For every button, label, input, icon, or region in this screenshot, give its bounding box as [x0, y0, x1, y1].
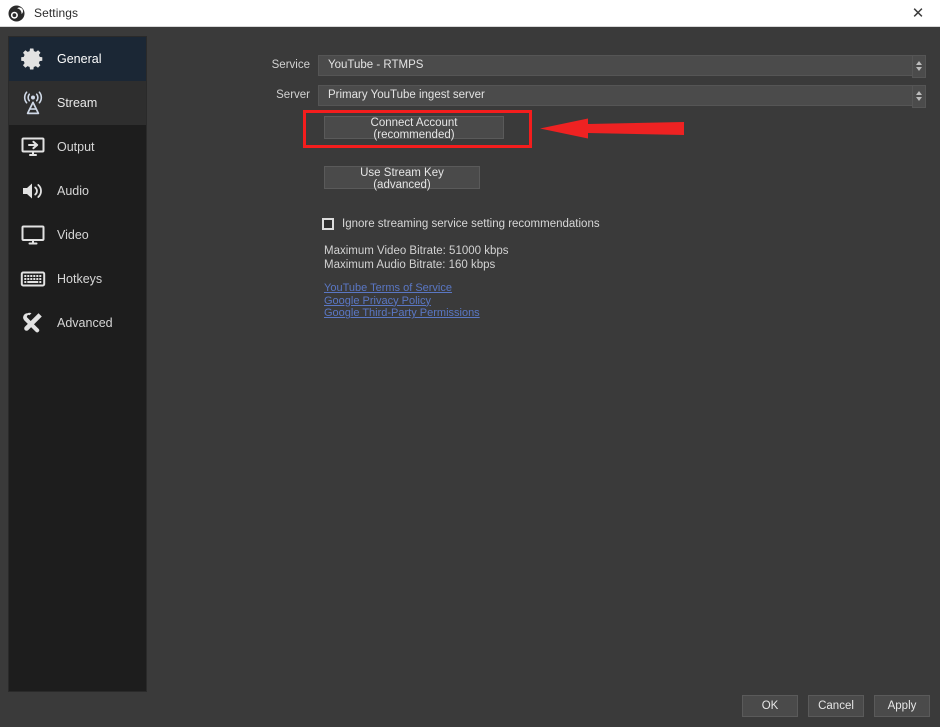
service-label: Service: [271, 59, 310, 71]
dialog-footer: OK Cancel Apply: [742, 695, 930, 717]
broadcast-icon: [19, 89, 47, 117]
max-video-bitrate: Maximum Video Bitrate: 51000 kbps: [324, 245, 509, 257]
link-youtube-terms[interactable]: YouTube Terms of Service: [324, 282, 480, 295]
service-value: YouTube - RTMPS: [328, 59, 424, 71]
connect-account-button[interactable]: Connect Account (recommended): [324, 116, 504, 141]
use-stream-key-button[interactable]: Use Stream Key (advanced): [324, 166, 480, 191]
speaker-icon: [19, 177, 47, 205]
keyboard-icon: [19, 265, 47, 293]
sidebar-item-label: General: [57, 52, 102, 66]
sidebar-item-label: Audio: [57, 184, 89, 198]
ignore-recommendations-checkbox[interactable]: [322, 218, 334, 230]
bitrate-info: Maximum Video Bitrate: 51000 kbps Maximu…: [324, 244, 509, 272]
ok-button[interactable]: OK: [742, 695, 798, 717]
sidebar-item-label: Hotkeys: [57, 272, 103, 286]
settings-sidebar: General Stream Output Audio Video Hotkey…: [8, 36, 147, 692]
title-bar: Settings ✕: [0, 0, 940, 27]
service-dropdown[interactable]: YouTube - RTMPS: [318, 54, 926, 78]
sidebar-item-audio[interactable]: Audio: [9, 169, 146, 213]
chevron-down-icon: [916, 97, 922, 101]
apply-button[interactable]: Apply: [874, 695, 930, 717]
sidebar-item-output[interactable]: Output: [9, 125, 146, 169]
window-title: Settings: [34, 6, 79, 20]
stream-settings-panel: Service YouTube - RTMPS Server Primary Y…: [156, 36, 932, 686]
cancel-button[interactable]: Cancel: [808, 695, 864, 717]
tools-icon: [19, 309, 47, 337]
chevron-down-icon: [916, 67, 922, 71]
sidebar-item-label: Video: [57, 228, 89, 242]
sidebar-item-general[interactable]: General: [9, 37, 146, 81]
max-audio-bitrate: Maximum Audio Bitrate: 160 kbps: [324, 259, 496, 271]
chevron-up-icon: [916, 91, 922, 95]
chevron-up-icon: [916, 61, 922, 65]
sidebar-item-stream[interactable]: Stream: [9, 81, 146, 125]
service-spinner[interactable]: [912, 54, 926, 78]
server-dropdown[interactable]: Primary YouTube ingest server: [318, 84, 926, 108]
sidebar-item-hotkeys[interactable]: Hotkeys: [9, 257, 146, 301]
monitor-icon: [19, 221, 47, 249]
server-spinner[interactable]: [912, 84, 926, 108]
gear-icon: [19, 45, 47, 73]
server-label: Server: [276, 89, 310, 101]
sidebar-item-advanced[interactable]: Advanced: [9, 301, 146, 345]
service-row: Service YouTube - RTMPS: [156, 54, 926, 78]
ignore-recommendations-checkbox-row[interactable]: Ignore streaming service setting recomme…: [322, 218, 600, 230]
output-monitor-icon: [19, 133, 47, 161]
link-google-third-party[interactable]: Google Third-Party Permissions: [324, 307, 480, 320]
sidebar-item-label: Stream: [57, 96, 98, 110]
server-value: Primary YouTube ingest server: [328, 89, 485, 101]
server-row: Server Primary YouTube ingest server: [156, 84, 926, 108]
link-google-privacy[interactable]: Google Privacy Policy: [324, 295, 480, 308]
settings-dialog: Settings ✕ General Stream Output Audio V…: [0, 0, 940, 727]
close-icon[interactable]: ✕: [896, 0, 940, 26]
legal-links: YouTube Terms of Service Google Privacy …: [324, 282, 480, 320]
ignore-recommendations-label: Ignore streaming service setting recomme…: [342, 218, 600, 230]
sidebar-item-label: Advanced: [57, 316, 113, 330]
obs-logo-icon: [8, 5, 25, 22]
sidebar-item-label: Output: [57, 140, 95, 154]
sidebar-item-video[interactable]: Video: [9, 213, 146, 257]
